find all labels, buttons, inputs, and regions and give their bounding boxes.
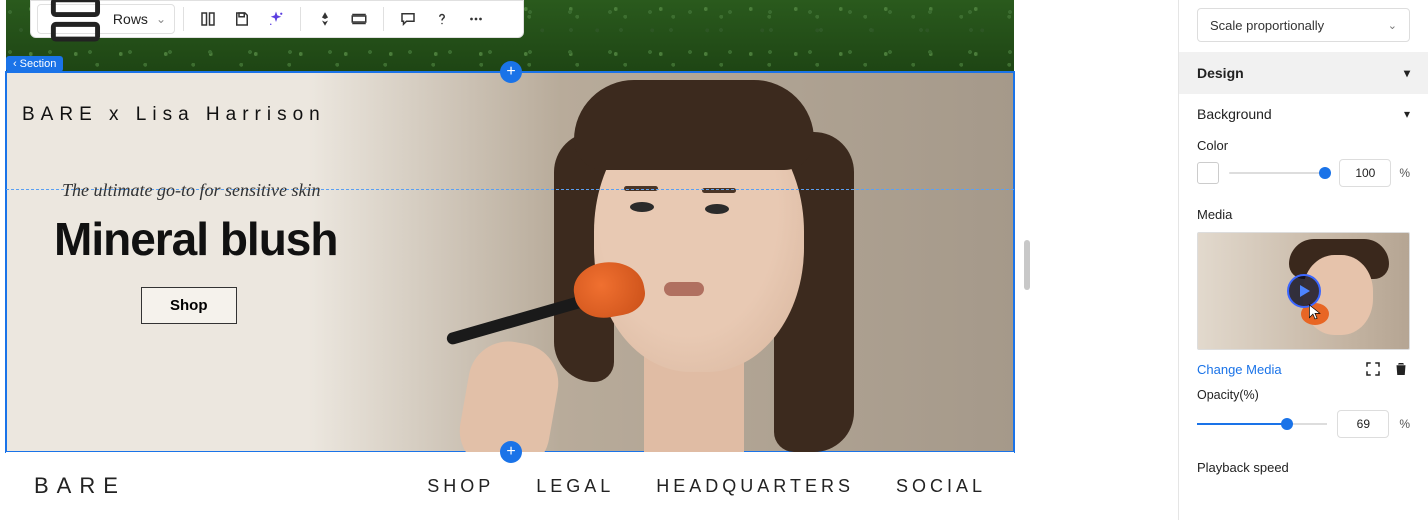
columns-icon [199, 10, 217, 28]
help-button[interactable] [426, 4, 458, 34]
more-icon [467, 10, 485, 28]
opacity-control: Opacity(%) 69 % [1179, 388, 1428, 446]
color-swatch[interactable] [1197, 162, 1219, 184]
color-opacity-value[interactable]: 100 [1339, 159, 1391, 187]
add-section-above-button[interactable]: + [500, 61, 522, 83]
editor-canvas: Rows ⌄ ‹ Section [0, 0, 1178, 520]
chevron-left-icon: ‹ [13, 58, 17, 70]
toolbar-divider [383, 7, 384, 31]
percent-unit: % [1399, 166, 1410, 180]
playback-speed-label: Playback speed [1179, 446, 1428, 481]
section-tag[interactable]: ‹ Section [6, 56, 63, 72]
cursor-icon [1308, 303, 1322, 321]
nav-item-shop[interactable]: SHOP [427, 476, 494, 497]
media-label: Media [1179, 197, 1428, 228]
opacity-slider[interactable] [1197, 414, 1327, 434]
hero-tagline[interactable]: The ultimate go-to for sensitive skin [62, 180, 320, 201]
hero-cta-button[interactable]: Shop [141, 287, 237, 324]
hero-brand-text[interactable]: BARE x Lisa Harrison [22, 104, 326, 126]
color-label: Color [1179, 128, 1428, 159]
hero-media [434, 72, 954, 452]
design-panel: Scale proportionally ⌄ Design ▾ Backgrou… [1178, 0, 1428, 520]
nav-item-social[interactable]: SOCIAL [896, 476, 986, 497]
animation-button[interactable] [309, 4, 341, 34]
stretch-icon [350, 10, 368, 28]
expand-media-button[interactable] [1364, 360, 1382, 378]
save-button[interactable] [226, 4, 258, 34]
layout-columns-button[interactable] [192, 4, 224, 34]
chevron-down-icon: ⌄ [1388, 19, 1397, 32]
nav-items: SHOP LEGAL HEADQUARTERS SOCIAL [427, 476, 986, 497]
scale-mode-select[interactable]: Scale proportionally ⌄ [1197, 8, 1410, 42]
percent-unit: % [1399, 417, 1410, 431]
nav-item-headquarters[interactable]: HEADQUARTERS [656, 476, 854, 497]
add-section-below-button[interactable]: + [500, 441, 522, 463]
color-opacity-slider[interactable] [1229, 163, 1331, 183]
opacity-label: Opacity(%) [1197, 388, 1410, 402]
hero-title[interactable]: Mineral blush [54, 212, 337, 266]
change-media-link[interactable]: Change Media [1197, 362, 1282, 377]
rows-icon [46, 0, 105, 48]
motion-icon [316, 10, 334, 28]
toolbar-divider [300, 7, 301, 31]
caret-down-icon: ▾ [1404, 66, 1410, 80]
trash-icon [1392, 360, 1410, 378]
nav-item-legal[interactable]: LEGAL [536, 476, 614, 497]
opacity-value[interactable]: 69 [1337, 410, 1389, 438]
caret-down-icon: ▾ [1404, 107, 1410, 121]
media-actions: Change Media [1179, 358, 1428, 388]
delete-media-button[interactable] [1392, 360, 1410, 378]
design-header-label: Design [1197, 65, 1244, 81]
comment-button[interactable] [392, 4, 424, 34]
color-control: 100 % [1179, 159, 1428, 197]
expand-icon [1364, 360, 1382, 378]
background-row[interactable]: Background ▾ [1179, 94, 1428, 128]
layout-mode-select[interactable]: Rows ⌄ [37, 4, 175, 34]
ai-assist-button[interactable] [260, 4, 292, 34]
background-label: Background [1197, 106, 1272, 122]
save-icon [233, 10, 251, 28]
section-tag-label: Section [20, 58, 57, 70]
site-logo[interactable]: BARE [34, 473, 126, 499]
layout-mode-label: Rows [113, 11, 148, 27]
scale-mode-label: Scale proportionally [1210, 18, 1324, 33]
hero-section[interactable]: BARE x Lisa Harrison The ultimate go-to … [6, 72, 1014, 452]
crop-button[interactable] [343, 4, 375, 34]
sparkle-icon [267, 10, 285, 28]
more-button[interactable] [460, 4, 492, 34]
comment-icon [399, 10, 417, 28]
chevron-down-icon: ⌄ [156, 12, 166, 26]
design-section-header[interactable]: Design ▾ [1179, 52, 1428, 94]
help-icon [433, 10, 451, 28]
toolbar-divider [183, 7, 184, 31]
floating-toolbar: Rows ⌄ [30, 0, 524, 38]
canvas-scrollbar[interactable] [1024, 240, 1030, 290]
media-thumbnail[interactable] [1197, 232, 1410, 350]
